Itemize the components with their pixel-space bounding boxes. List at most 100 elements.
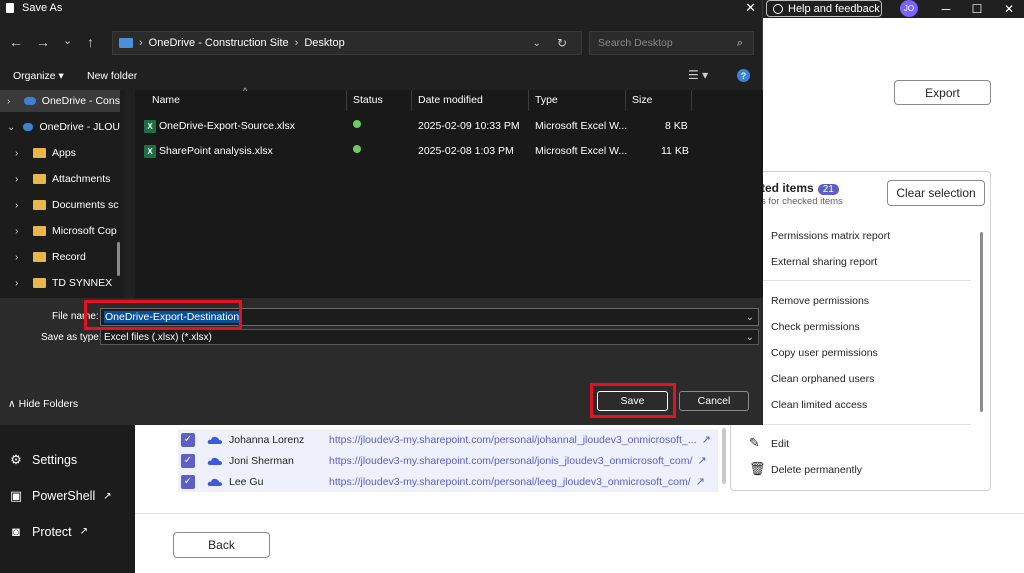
action-check-permissions[interactable]: Check permissions: [771, 321, 860, 333]
folder-tree: › OneDrive - Cons ⌄ OneDrive - JLOU › Ap…: [0, 90, 125, 298]
clear-selection-button[interactable]: Clear selection: [887, 180, 985, 206]
nav-powershell[interactable]: ▣ PowerShell ↗: [8, 488, 112, 504]
chevron-down-icon[interactable]: ⌄: [746, 332, 754, 343]
chevron-right-icon[interactable]: ›: [7, 96, 16, 107]
action-copy-user-permissions[interactable]: Copy user permissions: [771, 347, 878, 359]
divider: [741, 280, 971, 281]
action-remove-permissions[interactable]: Remove permissions: [771, 295, 869, 307]
external-link-icon[interactable]: ↗: [696, 475, 705, 488]
action-delete-permanently[interactable]: Delete permanently: [771, 464, 862, 476]
search-input[interactable]: Search Desktop ⌕: [589, 31, 754, 55]
chevron-down-icon[interactable]: ⌄: [533, 38, 541, 49]
hide-folders-button[interactable]: ∧ Hide Folders: [8, 398, 78, 410]
table-row[interactable]: ✓ Lee Gu https://jloudev3-my.sharepoint.…: [178, 471, 718, 492]
app-icon: [6, 3, 14, 13]
help-icon[interactable]: ?: [737, 69, 750, 82]
view-options-icon[interactable]: ☰ ▾: [688, 68, 708, 82]
column-header-size[interactable]: Size: [632, 94, 652, 106]
breadcrumb-separator: ›: [294, 37, 299, 49]
file-row[interactable]: X SharePoint analysis.xlsx 2025-02-08 1:…: [135, 140, 763, 162]
tree-item-apps[interactable]: › Apps: [0, 142, 120, 164]
checkbox[interactable]: ✓: [181, 432, 195, 447]
external-link-icon[interactable]: ↗: [702, 433, 711, 446]
column-divider[interactable]: [346, 90, 347, 111]
chevron-right-icon[interactable]: ›: [15, 226, 25, 237]
column-header-name[interactable]: Name: [152, 94, 180, 106]
address-bar[interactable]: › OneDrive - Construction Site › Desktop…: [112, 31, 582, 55]
dialog-toolbar: Organize ▾ New folder ☰ ▾ ?: [0, 66, 763, 86]
recent-locations-icon[interactable]: ⌄: [63, 34, 72, 47]
column-header-type[interactable]: Type: [535, 94, 558, 106]
checkbox[interactable]: ✓: [181, 474, 195, 489]
action-clean-orphaned[interactable]: Clean orphaned users: [771, 373, 874, 385]
scrollbar[interactable]: [722, 428, 726, 484]
close-icon[interactable]: ✕: [745, 0, 756, 16]
file-name-value: OneDrive-Export-Destination: [104, 311, 241, 323]
tree-item-record[interactable]: › Record: [0, 246, 120, 268]
chevron-down-icon[interactable]: ⌄: [746, 312, 754, 323]
help-feedback-button[interactable]: Help and feedback: [766, 0, 882, 17]
tree-item-onedrive-cons[interactable]: › OneDrive - Cons: [0, 90, 120, 112]
cancel-button[interactable]: Cancel: [679, 391, 749, 411]
chevron-right-icon[interactable]: ›: [15, 278, 25, 289]
organize-button[interactable]: Organize ▾: [13, 70, 64, 82]
table-row[interactable]: ✓ Johanna Lorenz https://jloudev3-my.sha…: [178, 429, 718, 450]
chevron-right-icon[interactable]: ›: [15, 148, 25, 159]
cloud-icon: [23, 123, 34, 131]
action-permissions-matrix[interactable]: Permissions matrix report: [771, 230, 890, 242]
checkbox[interactable]: ✓: [181, 453, 195, 468]
tree-item-documents[interactable]: › Documents sc: [0, 194, 120, 216]
column-divider[interactable]: [411, 90, 412, 111]
nav-settings[interactable]: ⚙ Settings: [8, 452, 77, 468]
external-link-icon: ↗: [103, 490, 112, 502]
up-arrow-icon[interactable]: ↑: [87, 34, 94, 50]
save-button[interactable]: Save: [597, 391, 668, 411]
scrollbar[interactable]: [980, 232, 983, 412]
minimize-button[interactable]: ─: [931, 0, 961, 17]
search-icon: ⌕: [736, 36, 743, 49]
column-divider[interactable]: [528, 90, 529, 111]
chevron-right-icon[interactable]: ›: [15, 200, 25, 211]
file-name-field[interactable]: OneDrive-Export-Destination ⌄: [100, 308, 759, 326]
back-button[interactable]: Back: [173, 532, 270, 558]
tree-item-onedrive-jlou[interactable]: ⌄ OneDrive - JLOU: [0, 116, 120, 138]
row-url[interactable]: https://jloudev3-my.sharepoint.com/perso…: [329, 434, 697, 446]
edit-icon: ✎: [749, 435, 760, 450]
nav-settings-label: Settings: [32, 453, 78, 467]
column-header-status[interactable]: Status: [353, 94, 383, 106]
chevron-right-icon[interactable]: ›: [15, 174, 25, 185]
forward-arrow-icon[interactable]: →: [36, 34, 50, 50]
save-type-select[interactable]: Excel files (.xlsx) (*.xlsx) ⌄: [100, 329, 759, 345]
tree-item-microsoft-cop[interactable]: › Microsoft Cop: [0, 220, 120, 242]
tree-item-label: TD SYNNEX: [52, 277, 113, 289]
column-header-date[interactable]: Date modified: [418, 94, 483, 106]
chevron-right-icon[interactable]: ›: [15, 252, 25, 263]
nav-powershell-label: PowerShell: [32, 489, 96, 503]
maximize-button[interactable]: ☐: [962, 0, 992, 17]
breadcrumb-segment[interactable]: OneDrive - Construction Site: [149, 37, 289, 49]
breadcrumb-segment[interactable]: Desktop: [304, 37, 344, 49]
tree-item-td-synnex[interactable]: › TD SYNNEX: [0, 272, 120, 294]
external-link-icon[interactable]: ↗: [697, 454, 706, 467]
refresh-icon[interactable]: ↻: [557, 36, 567, 50]
action-external-sharing[interactable]: External sharing report: [771, 256, 877, 268]
excel-icon: X: [144, 145, 156, 158]
export-button[interactable]: Export: [894, 80, 991, 105]
folder-icon: [33, 252, 46, 262]
row-url[interactable]: https://jloudev3-my.sharepoint.com/perso…: [329, 476, 691, 488]
table-row[interactable]: ✓ Joni Sherman https://jloudev3-my.share…: [178, 450, 718, 471]
scrollbar[interactable]: [117, 242, 120, 276]
nav-protect[interactable]: ◙ Protect ↗: [8, 524, 88, 539]
column-divider[interactable]: [625, 90, 626, 111]
action-clean-limited[interactable]: Clean limited access: [771, 399, 867, 411]
new-folder-button[interactable]: New folder: [87, 70, 137, 82]
column-divider[interactable]: [691, 90, 692, 111]
tree-item-attachments[interactable]: › Attachments: [0, 168, 120, 190]
chevron-down-icon[interactable]: ⌄: [7, 122, 15, 133]
avatar[interactable]: JO: [900, 0, 918, 17]
back-arrow-icon[interactable]: ←: [9, 34, 23, 50]
file-row[interactable]: X OneDrive-Export-Source.xlsx 2025-02-09…: [135, 115, 763, 137]
action-edit[interactable]: Edit: [771, 438, 789, 450]
row-url[interactable]: https://jloudev3-my.sharepoint.com/perso…: [329, 455, 692, 467]
close-window-button[interactable]: ✕: [994, 0, 1024, 17]
